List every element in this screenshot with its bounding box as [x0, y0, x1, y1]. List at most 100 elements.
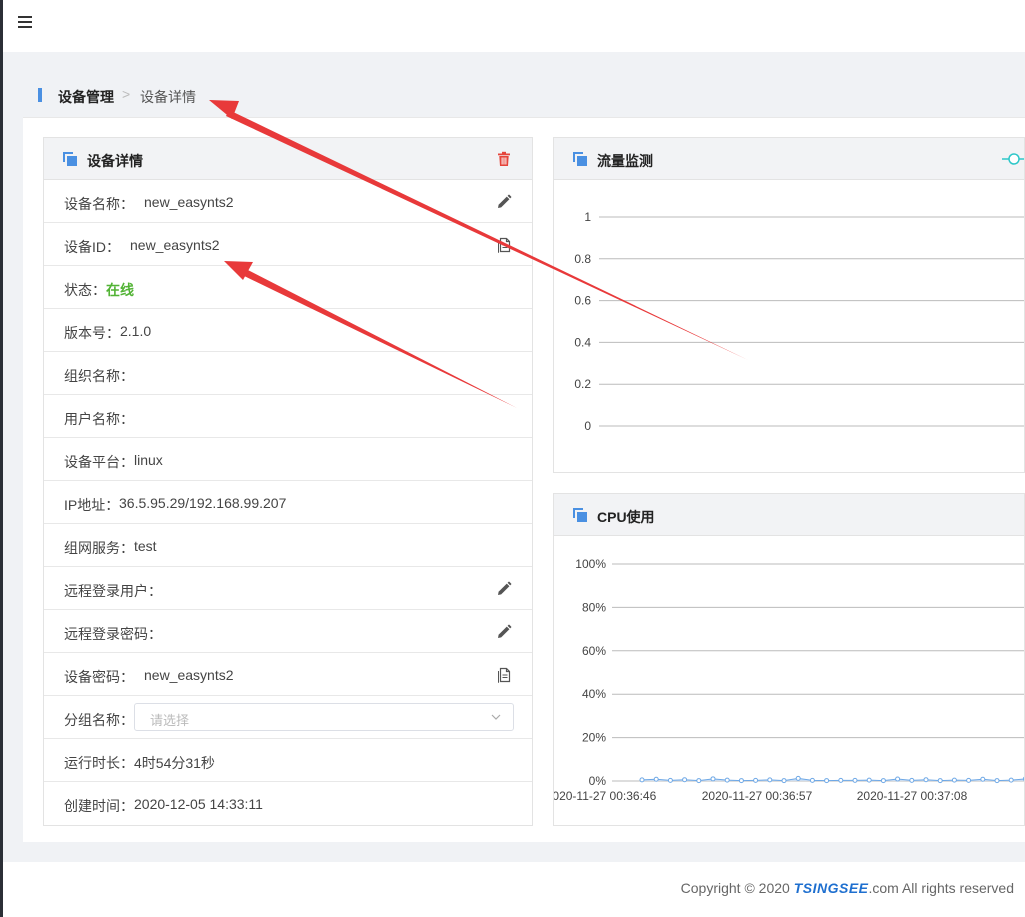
cpu-point — [639, 777, 645, 783]
cpu-point — [710, 776, 716, 782]
row-value: 2.1.0 — [120, 323, 152, 339]
cpu-point — [809, 777, 815, 783]
row-value: new_easynts2 — [144, 667, 234, 683]
row-label: 运行时长： — [64, 755, 134, 771]
cpu-point — [753, 777, 759, 783]
y-tick-label: 0.4 — [574, 335, 591, 349]
row-value: new_easynts2 — [130, 237, 220, 253]
card-stack-icon — [573, 152, 587, 166]
cpu-point — [1008, 777, 1014, 783]
row-status: 状态： 在线 — [44, 266, 532, 309]
row-created-time: 创建时间： 2020-12-05 14:33:11 — [44, 782, 532, 825]
y-tick-label: 0 — [584, 419, 591, 433]
delete-icon[interactable] — [496, 151, 512, 167]
row-label: 远程登录用户： — [64, 583, 162, 599]
row-ip-address: IP地址： 36.5.95.29/192.168.99.207 — [44, 481, 532, 524]
edit-icon[interactable] — [496, 581, 512, 597]
top-bar — [3, 0, 1025, 52]
brand-logo-text[interactable]: TSINGSEE — [794, 880, 869, 896]
cpu-point — [653, 776, 659, 782]
row-label: 远程登录密码： — [64, 626, 162, 642]
cpu-point — [980, 776, 986, 782]
x-tick-label: 2020-11-27 00:36:57 — [702, 789, 813, 803]
row-value: new_easynts2 — [144, 194, 234, 210]
cpu-chart-title: CPU使用 — [597, 509, 655, 525]
y-tick-label: 0.8 — [574, 252, 591, 266]
copy-icon[interactable] — [496, 667, 512, 683]
row-version: 版本号： 2.1.0 — [44, 309, 532, 352]
cpu-point — [994, 778, 1000, 784]
cpu-point — [895, 776, 901, 782]
traffic-chart-card: 流量监测 1 0.8 0.6 0.4 0.2 0 — [553, 137, 1025, 473]
row-device-name: 设备名称： new_easynts2 — [44, 180, 532, 223]
copyright-text: Copyright © 2020 TSINGSEE.com All rights… — [681, 880, 1014, 896]
cpu-point — [696, 778, 702, 784]
row-value: 4时54分31秒 — [134, 755, 215, 771]
row-group: 分组名称： 请选择 — [44, 696, 532, 739]
y-tick-label: 60% — [582, 644, 606, 658]
row-label: 设备密码： — [64, 669, 134, 685]
edit-icon[interactable] — [496, 624, 512, 640]
y-tick-label: 80% — [582, 600, 606, 614]
y-tick-label: 1 — [584, 210, 591, 224]
y-tick-label: 20% — [582, 731, 606, 745]
device-details-card: 设备详情 设备名称： new_easynts2 设备ID： new_easynt… — [43, 137, 533, 826]
row-username: 用户名称： — [44, 395, 532, 438]
legend-line-icon[interactable] — [1002, 152, 1024, 166]
group-select[interactable]: 请选择 — [134, 703, 514, 731]
row-value: linux — [134, 452, 163, 468]
y-tick-label: 100% — [575, 557, 606, 571]
card-stack-icon — [573, 508, 587, 522]
breadcrumb: 设备管理 > 设备详情 — [23, 72, 1025, 118]
row-label: 分组名称： — [64, 712, 134, 728]
cpu-point — [781, 778, 787, 784]
traffic-chart-title: 流量监测 — [597, 153, 653, 169]
cpu-chart-header: CPU使用 — [554, 494, 1024, 536]
cpu-point — [738, 778, 744, 784]
traffic-chart-plot: 1 0.8 0.6 0.4 0.2 0 — [574, 210, 1024, 433]
cpu-point — [838, 777, 844, 783]
row-label: 版本号： — [64, 325, 120, 341]
row-label: 设备名称： — [64, 196, 134, 212]
cpu-chart-plot: 100% 80% 60% 40% 20% 0%2020-11-27 00:36:46 202… — [554, 557, 1024, 803]
row-uptime: 运行时长： 4时54分31秒 — [44, 739, 532, 782]
cpu-point — [937, 778, 943, 784]
traffic-chart-header: 流量监测 — [554, 138, 1024, 180]
row-value: 2020-12-05 14:33:11 — [134, 796, 263, 812]
copy-icon[interactable] — [496, 237, 512, 253]
row-device-id: 设备ID： new_easynts2 — [44, 223, 532, 266]
chevron-down-icon — [491, 714, 501, 720]
row-device-password: 设备密码： new_easynts2 — [44, 653, 532, 696]
cpu-point — [667, 777, 673, 783]
cpu-point — [724, 777, 730, 783]
cpu-point — [767, 777, 773, 783]
row-label: 设备ID： — [64, 239, 120, 255]
row-remote-user: 远程登录用户： — [44, 567, 532, 610]
edit-icon[interactable] — [496, 194, 512, 210]
x-tick-label: 2020-11-27 00:36:46 — [554, 789, 657, 803]
row-label: 设备平台： — [64, 454, 134, 470]
cpu-point — [852, 777, 858, 783]
cpu-chart-card: CPU使用 100% 80% 60% 40% 20% 0% 2020-11-27 00:36… — [553, 493, 1025, 826]
cpu-point — [824, 778, 830, 784]
cpu-point — [923, 777, 929, 783]
row-label: 状态： — [64, 282, 106, 298]
y-tick-label: 0.6 — [574, 294, 591, 308]
group-select-placeholder: 请选择 — [150, 713, 190, 728]
x-tick-label: 2020-11-27 00:37:08 — [857, 789, 968, 803]
cpu-point — [951, 777, 957, 783]
cpu-point — [966, 777, 972, 783]
row-value: test — [134, 538, 157, 554]
y-tick-label: 0.2 — [574, 377, 591, 391]
cpu-point — [682, 777, 688, 783]
device-details-title: 设备详情 — [87, 153, 143, 169]
breadcrumb-root[interactable]: 设备管理 — [58, 87, 114, 107]
copyright-prefix: Copyright © 2020 — [680, 880, 794, 896]
menu-toggle-icon[interactable] — [18, 16, 32, 30]
breadcrumb-current: 设备详情 — [140, 89, 196, 105]
row-label: 组网服务： — [64, 540, 134, 556]
cpu-point — [866, 777, 872, 783]
row-label: 用户名称： — [64, 411, 134, 427]
cpu-point — [909, 777, 915, 783]
row-organization: 组织名称： — [44, 352, 532, 395]
